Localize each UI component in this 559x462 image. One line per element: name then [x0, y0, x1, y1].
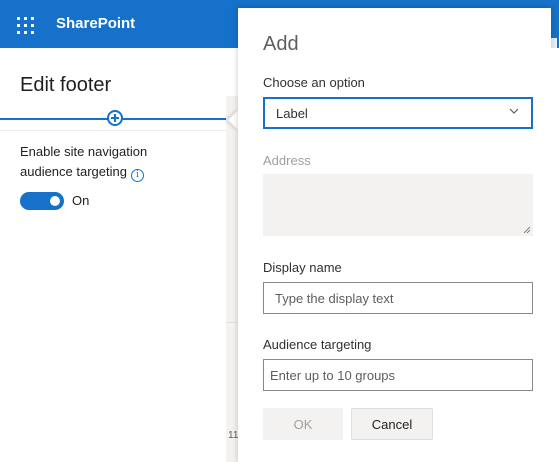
audience-targeting-setting: Enable site navigation audience targetin… [20, 142, 190, 182]
audience-targeting-toggle[interactable] [20, 192, 64, 210]
info-icon[interactable]: i [130, 168, 144, 182]
dropdown-selected-value: Label [276, 106, 308, 121]
resize-handle-icon [523, 226, 531, 234]
toggle-knob [50, 196, 60, 206]
choose-option-label: Choose an option [263, 75, 365, 90]
setting-label: Enable site navigation audience targetin… [20, 144, 148, 179]
callout-title: Add [263, 33, 299, 55]
pane-separator [0, 130, 238, 131]
address-label: Address [263, 153, 311, 168]
app-launcher-icon[interactable] [10, 10, 38, 38]
display-name-input[interactable]: Type the display text [263, 282, 533, 314]
address-textarea [263, 174, 533, 236]
audience-targeting-label: Audience targeting [263, 337, 372, 352]
audience-groups-placeholder: Enter up to 10 groups [270, 368, 396, 383]
header-edge-marker [551, 38, 557, 48]
chevron-down-icon [509, 108, 519, 114]
page-background [226, 96, 238, 462]
pane-title: Edit footer [20, 74, 112, 96]
choose-option-dropdown[interactable]: Label [263, 97, 533, 129]
page-right-edge [551, 48, 559, 462]
toggle-state-label: On [72, 193, 90, 208]
audience-groups-input[interactable]: Enter up to 10 groups [263, 359, 533, 391]
app-title[interactable]: SharePoint [56, 15, 135, 32]
add-link-icon[interactable] [107, 110, 123, 126]
background-partial-number: 11 [228, 430, 239, 441]
display-name-placeholder: Type the display text [275, 291, 394, 306]
cancel-button[interactable]: Cancel [351, 408, 433, 440]
callout-beak-cover [238, 104, 250, 136]
display-name-label: Display name [263, 260, 342, 275]
ok-button[interactable]: OK [263, 408, 343, 440]
page-background-line [226, 322, 238, 323]
edit-footer-pane: Edit footer Enable site navigation audie… [0, 48, 238, 462]
